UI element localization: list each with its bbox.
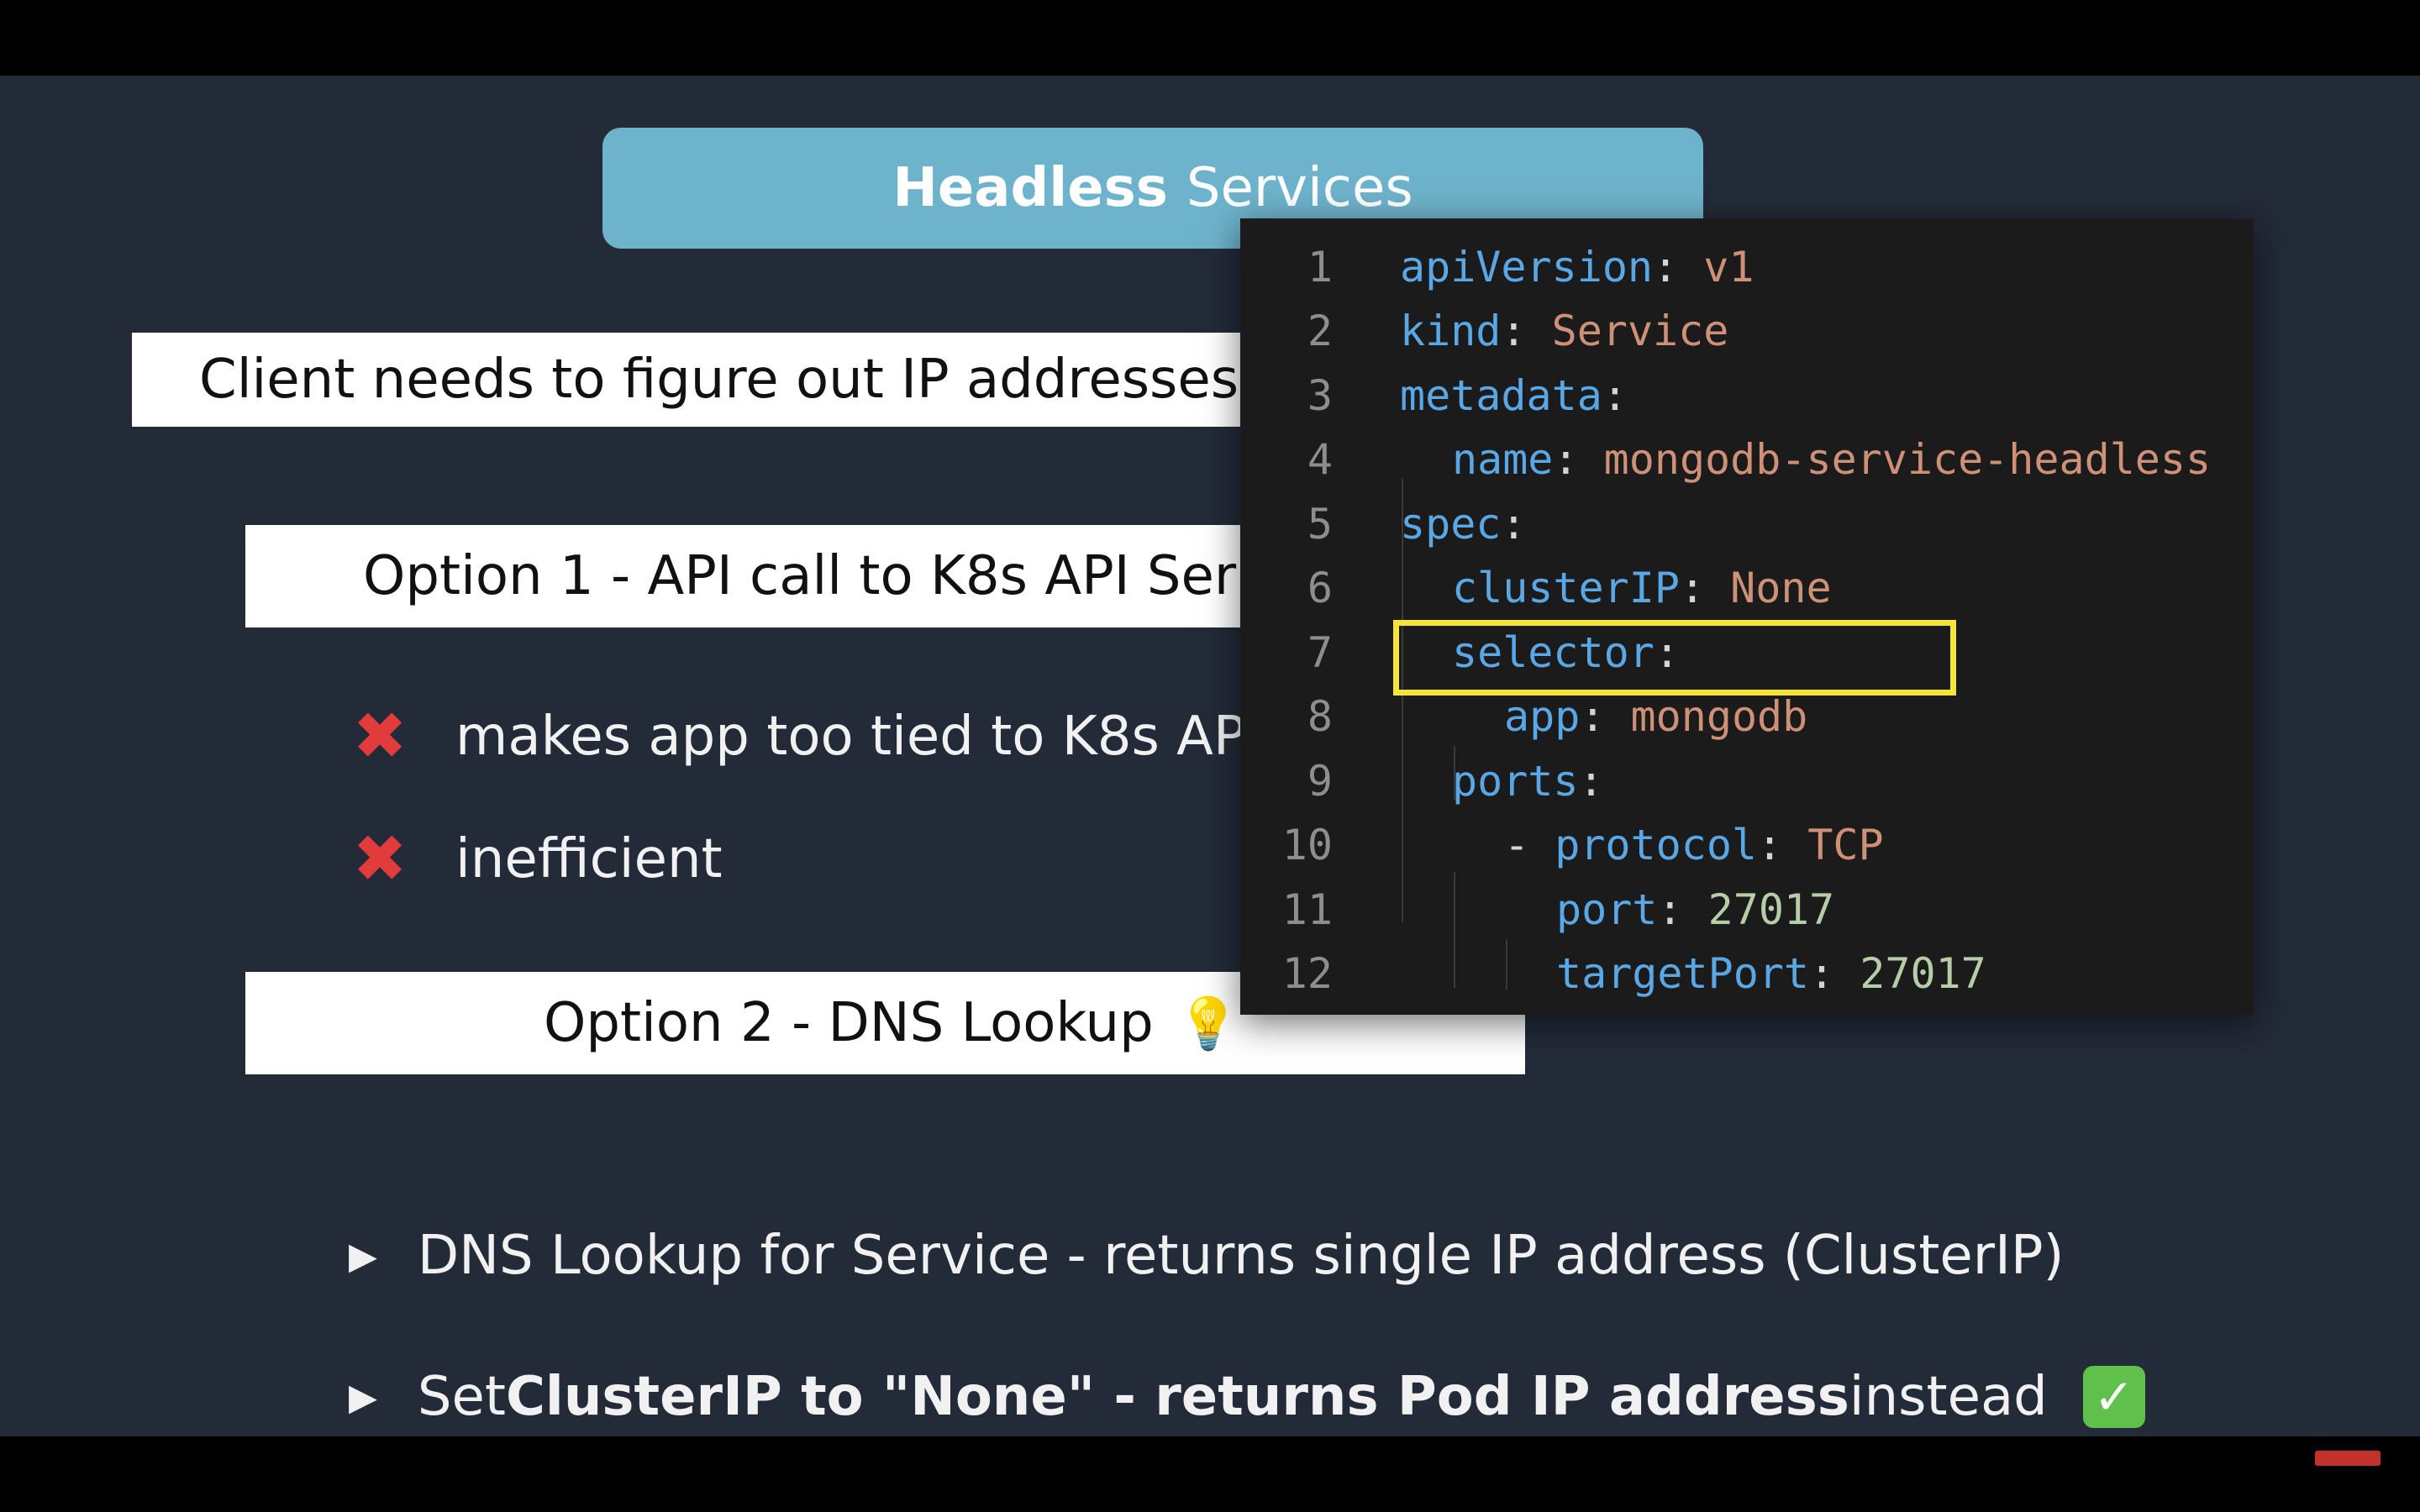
client-statement-box: Client needs to figure out IP addresses: [132, 333, 1426, 427]
yaml-sep: :: [1679, 564, 1731, 612]
con-text: makes app too tied to K8s API: [455, 706, 1262, 768]
yaml-sep: :: [1553, 435, 1604, 484]
bullet-text-post: instead: [1849, 1366, 2048, 1428]
yaml-sep: :: [1657, 885, 1708, 934]
line-number: 1: [1307, 243, 1333, 291]
yaml-key: app: [1504, 692, 1581, 741]
yaml-value: 27017: [1707, 885, 1835, 934]
yaml-value: v1: [1703, 243, 1754, 291]
con-item: ✖ inefficient: [346, 822, 723, 897]
triangle-bullet-icon: ▶: [349, 1234, 377, 1278]
client-statement: Client needs to figure out IP addresses: [199, 349, 1239, 411]
code-line: 1 apiVersion: v1: [1240, 235, 2254, 299]
yaml-key: spec: [1400, 500, 1502, 549]
yaml-sep: :: [1578, 757, 1604, 806]
bullet-text-pre: Set: [417, 1366, 506, 1428]
yaml-sep: :: [1501, 500, 1527, 549]
yaml-code-panel: 1 apiVersion: v1 2 kind: Service 3 metad…: [1240, 218, 2254, 1015]
option2-label: Option 2 - DNS Lookup: [544, 992, 1154, 1054]
con-text: inefficient: [455, 828, 723, 890]
cross-mark-icon: ✖: [352, 699, 408, 774]
option1-label: Option 1 - API call to K8s API Ser: [363, 545, 1237, 607]
code-line: 10 - protocol: TCP: [1240, 813, 2254, 877]
code-line: 5 spec:: [1240, 492, 2254, 556]
bullet-text: DNS Lookup for Service - returns single …: [417, 1225, 2065, 1287]
yaml-key: metadata: [1400, 371, 1602, 420]
yaml-value: mongodb-service-headless: [1603, 435, 2212, 484]
yaml-sep: :: [1653, 243, 1704, 291]
title-bold: Headless: [892, 157, 1168, 219]
line-number: 6: [1307, 564, 1333, 612]
line-number: 9: [1307, 757, 1333, 806]
yaml-sep: :: [1580, 692, 1631, 741]
line-number: 2: [1307, 307, 1333, 355]
code-line: 12 targetPort: 27017: [1240, 942, 2254, 1005]
yaml-key: clusterIP: [1452, 564, 1680, 612]
letterbox-bottom: [0, 1436, 2420, 1512]
code-line: 4 name: mongodb-service-headless: [1240, 428, 2254, 491]
yaml-value: Service: [1551, 307, 1729, 355]
code-line: 2 kind: Service: [1240, 299, 2254, 363]
code-line: 6 clusterIP: None: [1240, 556, 2254, 620]
letterbox-top: [0, 0, 2420, 76]
yaml-value: None: [1730, 564, 1832, 612]
yaml-value: 27017: [1860, 949, 1986, 998]
title-rest: Services: [1186, 157, 1413, 219]
yaml-sep: :: [1602, 371, 1628, 420]
line-number: 3: [1307, 371, 1333, 420]
slide: Headless Services Client needs to figure…: [0, 76, 2420, 1436]
line-number: 10: [1281, 821, 1333, 869]
line-number: 5: [1307, 500, 1333, 549]
cross-mark-icon: ✖: [352, 822, 408, 897]
lightbulb-icon: 💡: [1176, 994, 1240, 1053]
clusterip-highlight-box: [1393, 620, 1956, 696]
code-line: 9 ports:: [1240, 749, 2254, 813]
line-number: 7: [1307, 628, 1333, 677]
line-number: 8: [1307, 692, 1333, 741]
yaml-key: kind: [1400, 307, 1502, 355]
yaml-key: ports: [1452, 757, 1579, 806]
bullet-item: ▶ DNS Lookup for Service - returns singl…: [349, 1225, 2064, 1287]
line-number: 12: [1281, 949, 1333, 998]
code-line: 11 port: 27017: [1240, 878, 2254, 942]
yaml-sep: :: [1501, 307, 1552, 355]
yaml-key: apiVersion: [1400, 243, 1654, 291]
check-mark-icon: ✓: [2082, 1366, 2145, 1428]
yaml-value: mongodb: [1630, 692, 1808, 741]
con-item: ✖ makes app too tied to K8s API: [346, 699, 1261, 774]
yaml-value: TCP: [1807, 821, 1884, 869]
triangle-bullet-icon: ▶: [349, 1375, 377, 1419]
line-number: 11: [1281, 885, 1333, 934]
yaml-key: targetPort: [1556, 949, 1810, 998]
code-line: 3 metadata:: [1240, 364, 2254, 428]
bullet-item: ▶ Set ClusterIP to "None" - returns Pod …: [349, 1366, 2145, 1428]
line-number: 4: [1307, 435, 1333, 484]
subscribe-badge-icon[interactable]: [2315, 1451, 2381, 1466]
yaml-sep: :: [1809, 949, 1860, 998]
yaml-sep: :: [1757, 821, 1808, 869]
yaml-key: protocol: [1555, 821, 1758, 869]
yaml-dash: -: [1504, 821, 1555, 869]
bullet-text-bold: ClusterIP to "None" - returns Pod IP add…: [505, 1366, 1849, 1428]
yaml-key: name: [1452, 435, 1554, 484]
yaml-key: port: [1556, 885, 1658, 934]
